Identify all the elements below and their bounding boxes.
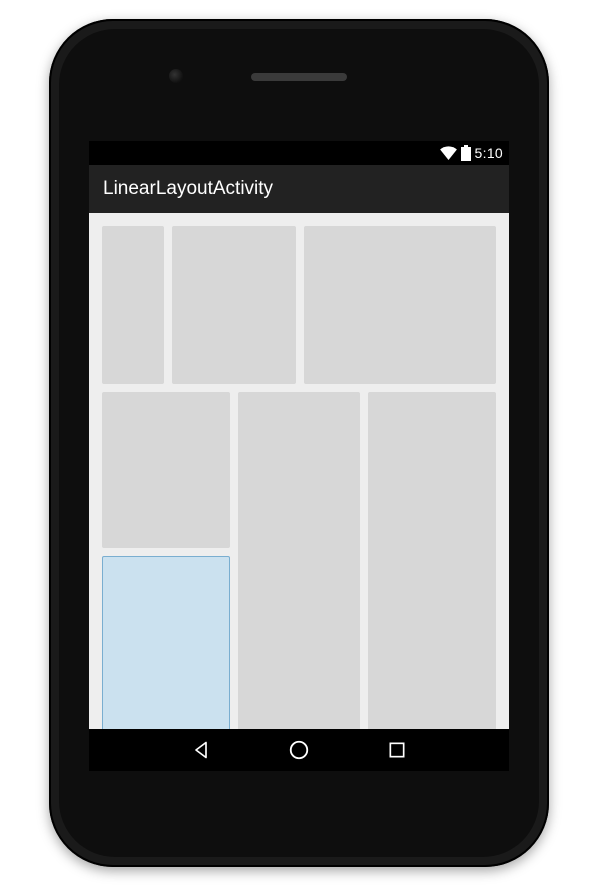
action-bar: LinearLayoutActivity	[89, 165, 509, 213]
navigation-bar	[89, 729, 509, 771]
layout-row-2	[102, 392, 496, 732]
back-icon	[191, 740, 211, 760]
block-r1c1[interactable]	[102, 226, 164, 384]
home-icon	[288, 739, 310, 761]
phone-frame: 5:10 LinearLayoutActivity	[49, 19, 549, 867]
status-bar: 5:10	[89, 141, 509, 165]
stage: 5:10 LinearLayoutActivity	[0, 0, 598, 887]
earpiece-speaker	[251, 73, 347, 81]
screen: 5:10 LinearLayoutActivity	[89, 141, 509, 771]
block-r2-left-bottom-selected[interactable]	[102, 556, 230, 732]
block-r1c2[interactable]	[172, 226, 296, 384]
block-r1c3[interactable]	[304, 226, 496, 384]
nav-back-button[interactable]	[188, 737, 214, 763]
battery-icon	[461, 145, 471, 161]
wifi-icon	[440, 146, 457, 160]
layout-row-2-left-column	[102, 392, 230, 732]
recents-icon	[387, 740, 407, 760]
content-area	[89, 213, 509, 729]
front-camera	[169, 69, 183, 83]
nav-home-button[interactable]	[286, 737, 312, 763]
nav-recents-button[interactable]	[384, 737, 410, 763]
app-title: LinearLayoutActivity	[103, 178, 273, 200]
block-r2-left-top[interactable]	[102, 392, 230, 548]
block-r2c3[interactable]	[368, 392, 496, 732]
layout-row-1	[102, 226, 496, 384]
status-clock: 5:10	[475, 145, 503, 161]
block-r2c2[interactable]	[238, 392, 360, 732]
phone-bezel: 5:10 LinearLayoutActivity	[59, 29, 539, 857]
